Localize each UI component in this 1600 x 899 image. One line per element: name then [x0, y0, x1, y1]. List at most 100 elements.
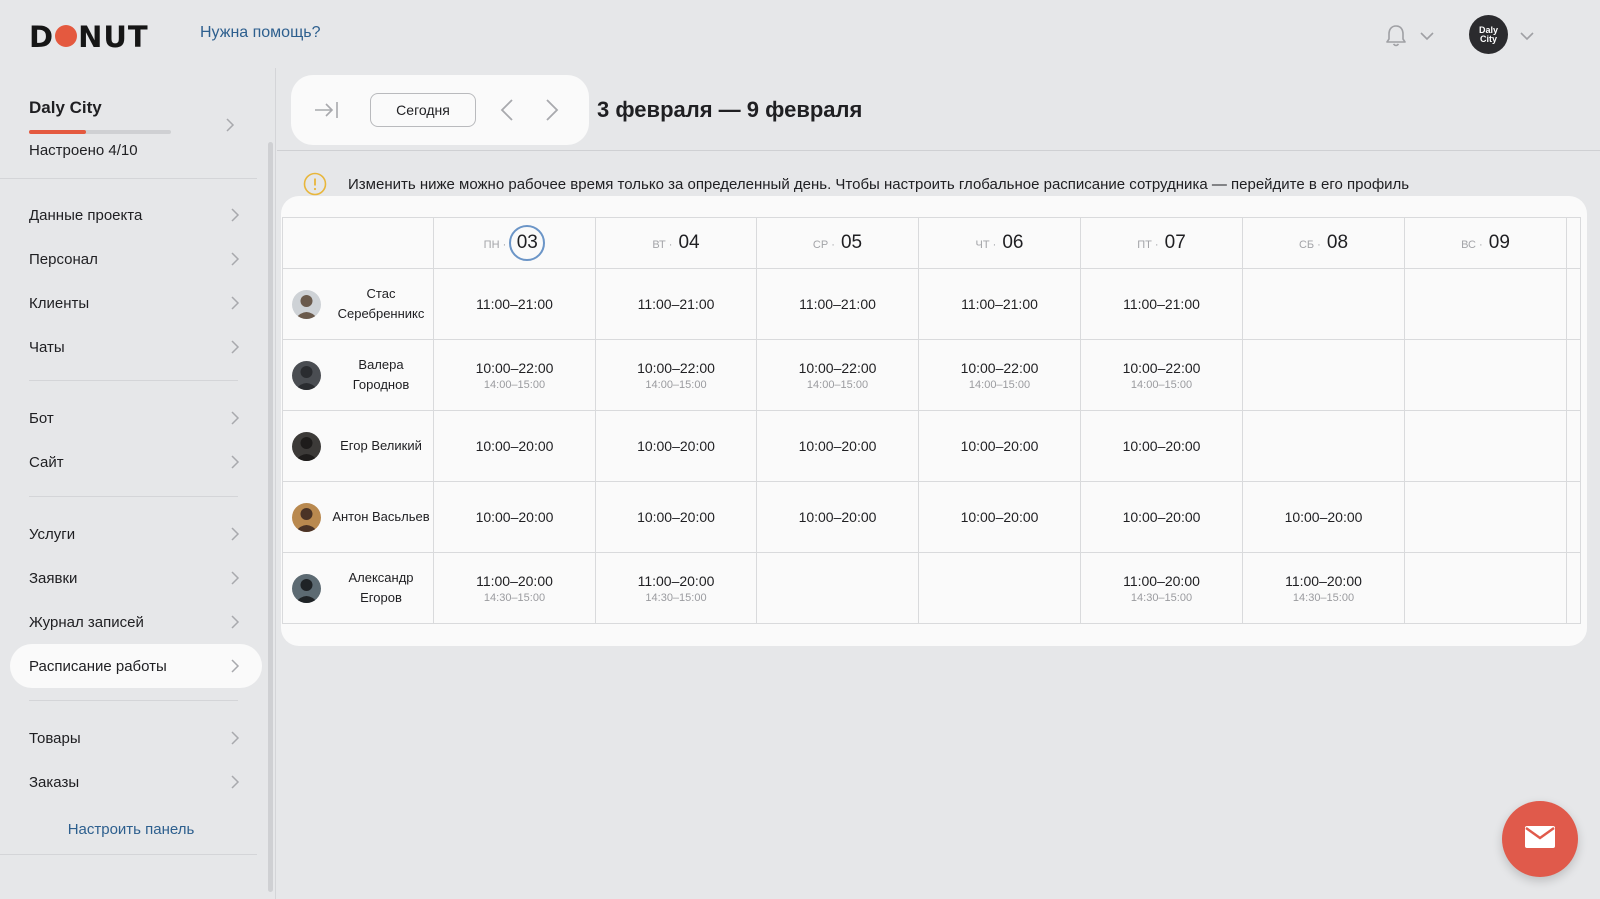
project-card[interactable]: Daly City Настроено 4/10 [29, 98, 249, 159]
chevron-right-icon [231, 208, 240, 226]
shift-cell[interactable]: 11:00–21:00 [595, 268, 757, 340]
day-header-2: СР · 05 [756, 217, 919, 269]
account-avatar[interactable]: Daly City [1469, 15, 1508, 54]
sidebar-item-1-1[interactable]: Сайт [10, 440, 262, 484]
shift-cell[interactable]: 11:00–20:00 14:30–15:00 [1080, 552, 1243, 624]
sidebar-item-3-1[interactable]: Заказы [10, 760, 262, 804]
shift-cell[interactable]: 10:00–20:00 [595, 410, 757, 482]
employee-avatar [292, 360, 321, 390]
shift-cell[interactable]: 10:00–20:00 [1080, 410, 1243, 482]
shift-break: 14:30–15:00 [1130, 591, 1193, 604]
employee-name: Александр Егоров [348, 570, 414, 605]
empty-shift-cell[interactable] [1404, 410, 1567, 482]
shift-cell[interactable]: 11:00–20:00 14:30–15:00 [595, 552, 757, 624]
empty-shift-cell[interactable] [1242, 410, 1405, 482]
shift-time: 10:00–20:00 [1284, 509, 1363, 525]
shift-break: 14:30–15:00 [483, 591, 546, 604]
shift-time: 10:00–22:00 [637, 359, 715, 376]
sidebar: Daly City Настроено 4/10 Данные проекта П… [0, 68, 276, 899]
sidebar-item-0-1[interactable]: Персонал [10, 237, 262, 281]
chat-button[interactable] [1502, 801, 1578, 877]
shift-cell[interactable]: 10:00–22:00 14:00–15:00 [756, 339, 919, 411]
table-row: Валера Городнов 10:00–22:00 14:00–15:00 10:… [282, 339, 1581, 411]
shift-time: 10:00–20:00 [960, 509, 1039, 525]
sidebar-divider [29, 380, 238, 381]
empty-shift-cell[interactable] [1404, 339, 1567, 411]
empty-shift-cell[interactable] [1404, 481, 1567, 553]
shift-cell[interactable]: 10:00–20:00 [918, 481, 1081, 553]
shift-cell[interactable]: 11:00–21:00 [1080, 268, 1243, 340]
shift-cell[interactable]: 11:00–20:00 14:30–15:00 [433, 552, 596, 624]
sidebar-item-2-0[interactable]: Услуги [10, 512, 262, 556]
shift-time: 11:00–21:00 [476, 296, 553, 312]
employee-cell[interactable]: Александр Егоров [282, 552, 434, 624]
sidebar-item-3-0[interactable]: Товары [10, 716, 262, 760]
empty-shift-cell[interactable] [1404, 268, 1567, 340]
shift-cell[interactable]: 10:00–22:00 14:00–15:00 [1080, 339, 1243, 411]
collapse-arrow-icon[interactable] [314, 101, 340, 124]
shift-cell[interactable]: 11:00–20:00 14:30–15:00 [1242, 552, 1405, 624]
chevron-left-icon[interactable] [500, 99, 514, 126]
table-row: Александр Егоров 11:00–20:00 14:30–15:00 11… [282, 552, 1581, 624]
sidebar-item-0-2[interactable]: Клиенты [10, 281, 262, 325]
sidebar-item-label: Товары [29, 729, 81, 747]
employee-cell[interactable]: Стас Серебренникс [282, 268, 434, 340]
shift-cell[interactable]: 11:00–21:00 [433, 268, 596, 340]
employee-cell[interactable]: Егор Великий [282, 410, 434, 482]
empty-shift-cell[interactable] [1242, 268, 1405, 340]
chevron-right-icon [231, 527, 240, 545]
shift-time: 10:00–22:00 [960, 359, 1039, 376]
day-number: 06 [1002, 232, 1024, 253]
shift-cell[interactable]: 11:00–21:00 [918, 268, 1081, 340]
chevron-right-icon [231, 411, 240, 429]
shift-break: 14:30–15:00 [1292, 591, 1355, 604]
shift-cell[interactable]: 10:00–22:00 14:00–15:00 [433, 339, 596, 411]
shift-cell[interactable]: 10:00–20:00 [595, 481, 757, 553]
employee-cell[interactable]: Валера Городнов [282, 339, 434, 411]
top-bar: D NUT Нужна помощь? Daly City [0, 0, 1600, 68]
shift-cell[interactable]: 10:00–20:00 [756, 410, 919, 482]
shift-cell[interactable]: 10:00–20:00 [756, 481, 919, 553]
donut-logo[interactable]: D NUT [29, 20, 149, 54]
sidebar-item-2-3[interactable]: Расписание работы [10, 644, 262, 688]
day-number: 07 [1164, 232, 1186, 253]
logo-text: D NUT [29, 20, 149, 54]
employee-cell[interactable]: Антон Васьльев [282, 481, 434, 553]
employee-avatar [292, 573, 321, 603]
shift-cell[interactable]: 10:00–20:00 [918, 410, 1081, 482]
empty-shift-cell[interactable] [918, 552, 1081, 624]
help-link[interactable]: Нужна помощь? [200, 24, 320, 42]
week-range-title: 3 февраля — 9 февраля [597, 97, 863, 122]
shift-cell[interactable]: 10:00–20:00 [1080, 481, 1243, 553]
notifications-chevron-down-icon[interactable] [1420, 28, 1434, 46]
setup-progress-bar [29, 130, 171, 134]
sidebar-item-label: Чаты [29, 338, 65, 356]
account-chevron-down-icon[interactable] [1520, 28, 1534, 46]
sidebar-item-1-0[interactable]: Бот [10, 396, 262, 440]
day-header-0: ПН · 03 [433, 217, 596, 269]
sidebar-scrollbar[interactable] [268, 142, 273, 892]
sidebar-item-2-1[interactable]: Заявки [10, 556, 262, 600]
shift-break: 14:00–15:00 [645, 378, 707, 391]
empty-shift-cell[interactable] [1404, 552, 1567, 624]
day-separator: · [989, 239, 1000, 251]
shift-cell[interactable]: 11:00–21:00 [756, 268, 919, 340]
empty-shift-cell[interactable] [1242, 339, 1405, 411]
customize-panel-link[interactable]: Настроить панель [0, 821, 262, 838]
shift-cell[interactable]: 10:00–20:00 [433, 481, 596, 553]
shift-cell[interactable]: 10:00–20:00 [1242, 481, 1405, 553]
sidebar-item-0-3[interactable]: Чаты [10, 325, 262, 369]
day-number: 08 [1326, 232, 1349, 253]
bell-icon[interactable] [1385, 24, 1407, 47]
shift-cell[interactable]: 10:00–22:00 14:00–15:00 [918, 339, 1081, 411]
today-button[interactable]: Сегодня [370, 93, 476, 127]
employee-name: Егор Великий [340, 438, 422, 453]
day-number: 04 [678, 232, 700, 253]
empty-shift-cell[interactable] [756, 552, 919, 624]
sidebar-item-2-2[interactable]: Журнал записей [10, 600, 262, 644]
sidebar-item-0-0[interactable]: Данные проекта [10, 193, 262, 237]
shift-cell[interactable]: 10:00–20:00 [433, 410, 596, 482]
shift-cell[interactable]: 10:00–22:00 14:00–15:00 [595, 339, 757, 411]
chevron-right-icon[interactable] [545, 99, 559, 126]
day-header-6: ВС · 09 [1404, 217, 1567, 269]
